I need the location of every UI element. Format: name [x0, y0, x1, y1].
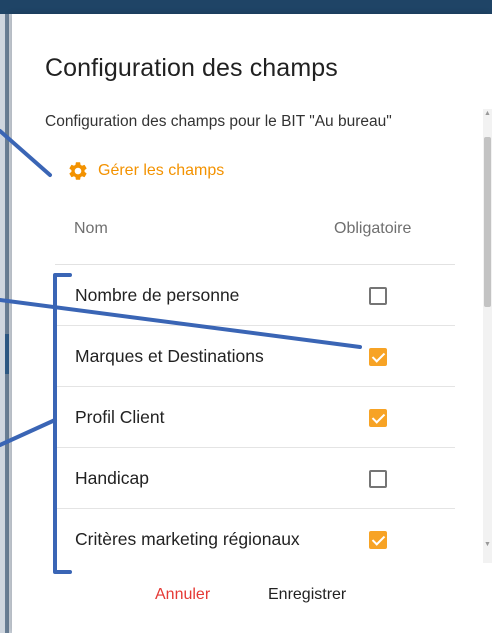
required-checkbox[interactable]	[369, 531, 387, 549]
field-label: Handicap	[75, 468, 149, 488]
field-row: Profil Client	[55, 387, 455, 448]
required-checkbox[interactable]	[369, 287, 387, 305]
manage-fields-label: Gérer les champs	[98, 162, 225, 179]
required-checkbox[interactable]	[369, 470, 387, 488]
scroll-down-arrow-icon[interactable]: ▼	[484, 541, 491, 548]
field-label: Critères marketing régionaux	[75, 529, 300, 549]
dialog-title: Configuration des champs	[45, 54, 338, 82]
field-label: Nombre de personne	[75, 285, 240, 305]
scroll-up-arrow-icon[interactable]: ▲	[484, 110, 491, 117]
background-header-bar	[0, 0, 492, 14]
required-checkbox[interactable]	[369, 348, 387, 366]
required-checkbox[interactable]	[369, 409, 387, 427]
dialog-actions: Annuler Enregistrer	[12, 586, 492, 616]
field-row: Handicap	[55, 448, 455, 509]
column-header-name: Nom	[74, 220, 108, 237]
save-button[interactable]: Enregistrer	[268, 586, 346, 604]
background-page-edge	[0, 14, 12, 633]
cancel-button[interactable]: Annuler	[155, 586, 210, 604]
field-label: Profil Client	[75, 407, 165, 427]
field-config-dialog: Configuration des champs ▲ ▼ Configurati…	[12, 14, 492, 633]
field-row: Marques et Destinations	[55, 326, 455, 387]
gear-icon	[69, 162, 87, 180]
dialog-subtitle: Configuration des champs pour le BIT "Au…	[45, 113, 392, 130]
field-label: Marques et Destinations	[75, 346, 264, 366]
manage-fields-link[interactable]: Gérer les champs	[67, 160, 224, 182]
field-row: Nombre de personne	[55, 265, 455, 326]
scrollbar-thumb[interactable]	[484, 137, 491, 307]
field-row: Critères marketing régionaux	[55, 509, 455, 569]
column-header-required: Obligatoire	[334, 220, 412, 237]
